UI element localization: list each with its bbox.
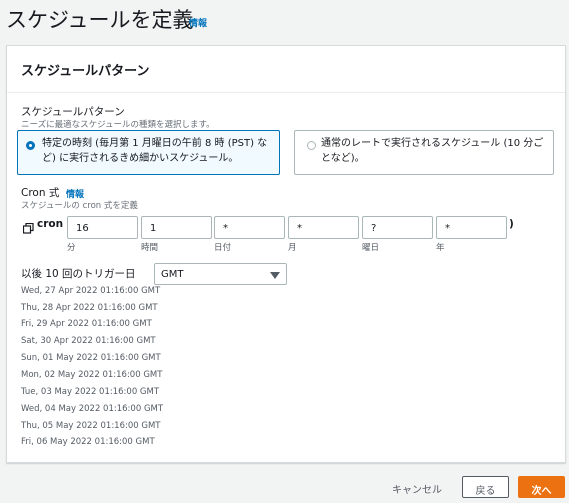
list-item: Fri, 29 Apr 2022 01:16:00 GMT [21,319,152,329]
back-button[interactable]: 戻る [462,476,509,498]
timezone-select[interactable]: GMT [154,263,287,285]
cron-year-input[interactable]: * [436,216,507,239]
cron-description: スケジュールの cron 式を定義 [21,201,138,211]
title-info-link[interactable]: 情報 [189,16,207,29]
option-specific-time-line2: ど) に実行されるきめ細かいスケジュール。 [42,153,239,164]
option-rate[interactable]: 通常のレートで実行されるスケジュール (10 分ご となど)。 [294,130,554,175]
list-item: Fri, 06 May 2022 01:16:00 GMT [21,437,155,447]
copy-icon[interactable] [22,219,34,234]
timezone-value: GMT [161,269,184,280]
radio-specific-time[interactable] [26,141,35,150]
option-rate-line2: となど)。 [321,153,365,164]
cron-day-of-month-input[interactable]: * [214,216,285,239]
cron-month-input[interactable]: * [288,216,359,239]
pattern-description: ニーズに最適なスケジュールの種類を選択します。 [21,120,215,130]
list-item: Wed, 04 May 2022 01:16:00 GMT [21,404,164,414]
triggers-label: 以後 10 回のトリガー日 [21,268,136,280]
cron-minutes-input[interactable]: 16 [67,216,138,239]
cron-minutes-caption: 分 [67,243,76,253]
option-specific-time[interactable]: 特定の時刻 (毎月第 1 月曜日の午前 8 時 (PST) な ど) に実行され… [17,130,280,175]
card-title: スケジュールパターン [21,64,150,79]
list-item: Tue, 03 May 2022 01:16:00 GMT [21,387,160,397]
cron-month-caption: 月 [288,243,297,253]
list-item: Mon, 02 May 2022 01:16:00 GMT [21,370,163,380]
chevron-down-icon [270,272,280,279]
cron-day-of-week-input[interactable]: ? [362,216,433,239]
cron-hours-input[interactable]: 1 [141,216,212,239]
list-item: Sat, 30 Apr 2022 01:16:00 GMT [21,336,156,346]
schedule-pattern-card: スケジュールパターン スケジュールパターン ニーズに最適なスケジュールの種類を選… [6,45,566,463]
option-rate-line1: 通常のレートで実行されるスケジュール (10 分ご [321,138,544,149]
list-item: Thu, 28 Apr 2022 01:16:00 GMT [21,303,158,313]
cancel-button[interactable]: キャンセル [384,481,450,496]
page-title: スケジュールを定義 [6,8,194,32]
cron-suffix: ) [509,218,514,230]
radio-rate[interactable] [307,141,316,150]
list-item: Sun, 01 May 2022 01:16:00 GMT [21,353,161,363]
next-button[interactable]: 次へ [518,476,565,498]
list-item: Thu, 05 May 2022 01:16:00 GMT [21,421,161,431]
cron-day-of-week-caption: 曜日 [362,243,380,253]
cron-hours-caption: 時間 [141,243,159,253]
pattern-label: スケジュールパターン [21,106,125,118]
cron-day-of-month-caption: 日付 [214,243,232,253]
option-specific-time-line1: 特定の時刻 (毎月第 1 月曜日の午前 8 時 (PST) な [42,138,268,149]
cron-label: Cron 式 [21,187,60,199]
card-header: スケジュールパターン [7,46,565,93]
list-item: Wed, 27 Apr 2022 01:16:00 GMT [21,286,161,296]
cron-year-caption: 年 [436,243,445,253]
